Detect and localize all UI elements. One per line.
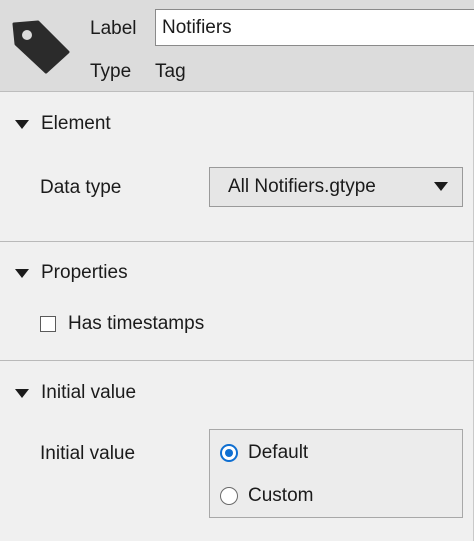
chevron-down-icon — [434, 182, 448, 191]
section-element-header[interactable]: Element — [12, 113, 111, 135]
data-type-label: Data type — [40, 177, 122, 198]
section-initial-value-header[interactable]: Initial value — [12, 382, 136, 404]
radio-custom-label: Custom — [248, 485, 314, 506]
divider — [0, 241, 474, 242]
label-caption: Label — [90, 18, 137, 39]
has-timestamps-label: Has timestamps — [68, 313, 205, 334]
caret-down-icon — [15, 268, 29, 278]
properties-panel: Label Type Tag Element Data type All Not… — [0, 0, 474, 541]
data-type-dropdown[interactable]: All Notifiers.gtype — [209, 167, 463, 207]
header: Label Type Tag — [0, 0, 474, 92]
tag-icon — [12, 20, 70, 74]
radio-default[interactable] — [220, 444, 238, 462]
section-initial-value-title: Initial value — [41, 382, 137, 403]
label-input[interactable] — [155, 9, 474, 46]
initial-value-label: Initial value — [40, 443, 136, 464]
initial-value-radio-group: Default Custom — [209, 429, 463, 518]
has-timestamps-checkbox[interactable] — [40, 316, 56, 332]
type-value: Tag — [155, 61, 186, 82]
radio-default-label: Default — [248, 442, 309, 463]
section-element-title: Element — [41, 113, 111, 134]
section-properties-header[interactable]: Properties — [12, 262, 128, 284]
type-caption: Type — [90, 61, 132, 82]
radio-option-default[interactable]: Default — [220, 442, 308, 464]
data-type-selected: All Notifiers.gtype — [228, 176, 376, 197]
caret-down-icon — [15, 388, 29, 398]
radio-custom[interactable] — [220, 487, 238, 505]
radio-option-custom[interactable]: Custom — [220, 485, 313, 507]
section-properties-title: Properties — [41, 262, 128, 283]
caret-down-icon — [15, 119, 29, 129]
has-timestamps-checkbox-row[interactable]: Has timestamps — [40, 313, 204, 335]
divider — [0, 360, 474, 361]
